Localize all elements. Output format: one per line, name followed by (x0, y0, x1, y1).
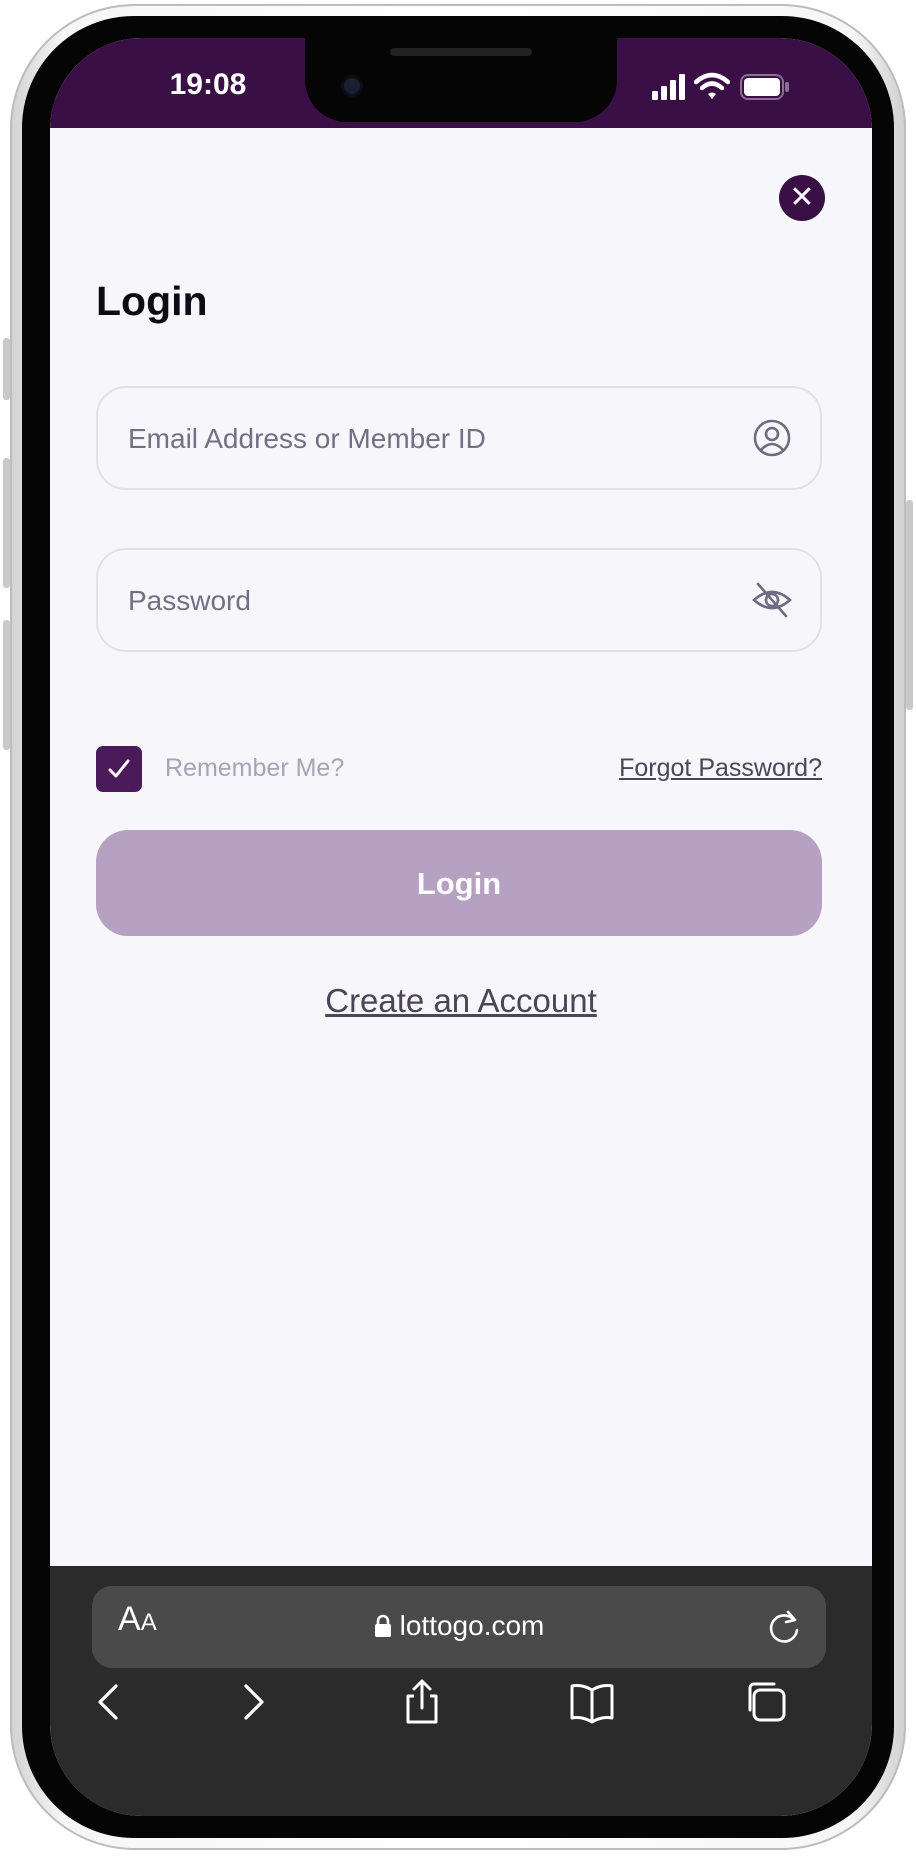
screen: 19:08 ✕ Login Email Address or Member ID… (50, 38, 872, 1816)
password-field-container (96, 548, 822, 652)
lock-icon (374, 1614, 391, 1637)
battery-icon (740, 74, 789, 100)
speaker-grille (390, 48, 532, 56)
login-button[interactable]: Login (96, 830, 822, 936)
status-time: 19:08 (169, 68, 247, 101)
volume-up-button (3, 458, 10, 588)
remember-me-checkbox[interactable] (96, 746, 142, 792)
share-icon[interactable] (398, 1678, 446, 1726)
user-circle-icon (753, 419, 791, 457)
remember-me-label: Remember Me? (165, 754, 345, 782)
forgot-password-link[interactable]: Forgot Password? (619, 754, 822, 783)
bookmarks-icon[interactable] (568, 1678, 616, 1726)
page-title: Login (96, 278, 208, 324)
wifi-icon (694, 72, 730, 99)
password-field[interactable] (126, 550, 730, 652)
url-display[interactable]: lottogo.com (92, 1610, 826, 1642)
checkmark-icon (108, 759, 130, 778)
reload-icon[interactable] (766, 1608, 802, 1646)
email-field-container (96, 386, 822, 490)
create-account-link[interactable]: Create an Account (50, 982, 872, 1020)
volume-down-button (3, 620, 10, 750)
eye-off-icon[interactable] (752, 580, 792, 620)
forward-icon[interactable] (228, 1678, 276, 1726)
front-camera (344, 78, 360, 94)
mute-switch (3, 338, 10, 400)
tabs-icon[interactable] (742, 1678, 790, 1726)
close-button[interactable]: ✕ (779, 175, 825, 221)
browser-toolbar: AA lottogo.com (50, 1566, 872, 1816)
back-icon[interactable] (86, 1678, 134, 1726)
address-bar[interactable]: AA lottogo.com (92, 1586, 826, 1668)
power-button (906, 500, 913, 710)
url-text: lottogo.com (399, 1610, 545, 1641)
close-icon: ✕ (789, 181, 815, 214)
cellular-signal-icon (652, 74, 685, 100)
email-field[interactable] (126, 388, 730, 490)
